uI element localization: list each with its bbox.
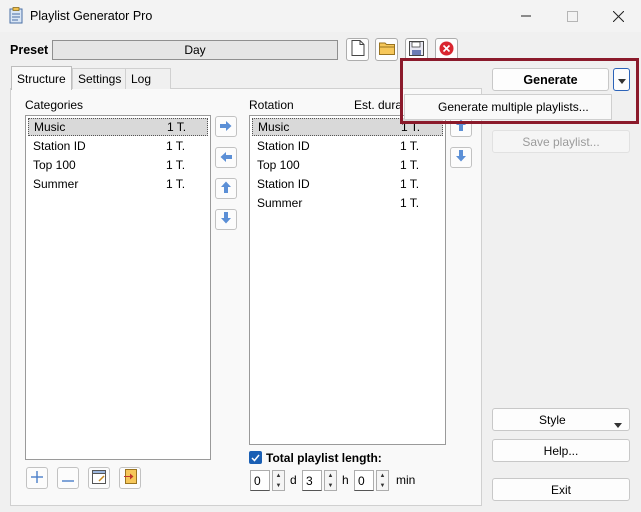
save-disk-icon	[409, 40, 424, 59]
move-rotation-down-button[interactable]	[450, 147, 472, 168]
arrow-down-icon	[221, 212, 231, 227]
stepper-down-icon[interactable]: ▼	[325, 481, 336, 491]
import-category-button[interactable]	[119, 467, 141, 489]
app-icon	[9, 7, 23, 24]
list-item[interactable]: Top 100 1 T.	[28, 156, 208, 174]
style-label: Style	[539, 412, 566, 427]
preset-field[interactable]: Day	[52, 40, 338, 60]
stepper-up-icon[interactable]: ▲	[377, 471, 388, 481]
minutes-unit: min	[396, 473, 416, 487]
remove-category-button[interactable]	[57, 467, 79, 489]
minimize-button[interactable]	[503, 0, 549, 32]
tab-structure[interactable]: Structure	[11, 66, 72, 90]
category-name: Summer	[33, 177, 79, 191]
rotation-name: Summer	[257, 196, 303, 210]
rotation-duration: 1 T.	[400, 139, 420, 153]
list-item[interactable]: Summer 1 T.	[28, 175, 208, 193]
list-item[interactable]: Music 1 T.	[28, 118, 208, 136]
list-item[interactable]: Music 1 T.	[252, 118, 443, 136]
exit-button[interactable]: Exit	[492, 478, 630, 501]
arrow-right-icon	[220, 120, 232, 134]
rotation-name: Music	[258, 120, 290, 134]
arrow-left-icon	[220, 151, 232, 165]
help-button[interactable]: Help...	[492, 439, 630, 462]
delete-preset-button[interactable]	[435, 38, 458, 61]
save-preset-button[interactable]	[405, 38, 428, 61]
checkmark-icon	[251, 451, 260, 465]
rotation-name: Top 100	[257, 158, 300, 172]
list-item[interactable]: Station ID 1 T.	[252, 137, 443, 155]
rotation-list[interactable]: Music 1 T. Station ID 1 T. Top 100 1 T. …	[249, 115, 446, 445]
open-preset-button[interactable]	[375, 38, 398, 61]
arrow-up-icon	[456, 119, 466, 134]
generate-button[interactable]: Generate	[492, 68, 609, 91]
generate-options-dropdown[interactable]	[613, 68, 630, 91]
category-name: Music	[34, 120, 66, 134]
arrow-up-icon	[221, 181, 231, 196]
arrow-down-icon	[456, 150, 466, 165]
close-window-button[interactable]	[595, 0, 641, 32]
categories-list[interactable]: Music 1 T. Station ID 1 T. Top 100 1 T. …	[25, 115, 211, 460]
stepper-down-icon[interactable]: ▼	[377, 481, 388, 491]
category-name: Station ID	[33, 139, 86, 153]
generate-multiple-menu-item[interactable]: Generate multiple playlists...	[404, 94, 612, 120]
add-to-rotation-button[interactable]	[215, 116, 237, 137]
tab-log[interactable]: Log	[125, 68, 171, 89]
new-file-icon	[351, 40, 365, 59]
stepper-up-icon[interactable]: ▲	[325, 471, 336, 481]
delete-icon	[439, 41, 454, 59]
import-icon	[123, 469, 137, 487]
chevron-down-icon	[614, 417, 622, 431]
days-stepper[interactable]: ▲ ▼	[272, 470, 285, 491]
rotation-duration: 1 T.	[400, 177, 420, 191]
days-input[interactable]: 0	[250, 470, 270, 491]
rotation-duration: 1 T.	[400, 158, 420, 172]
category-duration: 1 T.	[166, 177, 186, 191]
rotation-duration: 1 T.	[401, 120, 421, 134]
minutes-input[interactable]: 0	[354, 470, 374, 491]
chevron-down-icon	[617, 73, 626, 87]
rotation-name: Station ID	[257, 139, 310, 153]
stepper-up-icon[interactable]: ▲	[273, 471, 284, 481]
list-item[interactable]: Top 100 1 T.	[252, 156, 443, 174]
total-length-checkbox[interactable]	[249, 451, 262, 464]
window-title: Playlist Generator Pro	[30, 9, 153, 23]
maximize-button	[549, 0, 595, 32]
hours-input[interactable]: 3	[302, 470, 322, 491]
plus-icon	[31, 470, 43, 486]
hours-unit: h	[342, 473, 349, 487]
edit-category-button[interactable]	[88, 467, 110, 489]
minutes-stepper[interactable]: ▲ ▼	[376, 470, 389, 491]
category-name: Top 100	[33, 158, 76, 172]
stepper-down-icon[interactable]: ▼	[273, 481, 284, 491]
list-item[interactable]: Station ID 1 T.	[252, 175, 443, 193]
add-category-button[interactable]	[26, 467, 48, 489]
days-unit: d	[290, 473, 297, 487]
move-category-up-button[interactable]	[215, 178, 237, 199]
edit-window-icon	[92, 469, 106, 487]
duration-header: Est. dura	[354, 98, 403, 112]
move-category-down-button[interactable]	[215, 209, 237, 230]
remove-from-rotation-button[interactable]	[215, 147, 237, 168]
tab-settings[interactable]: Settings	[72, 68, 128, 89]
total-length-label: Total playlist length:	[266, 451, 382, 465]
rotation-duration: 1 T.	[400, 196, 420, 210]
hours-stepper[interactable]: ▲ ▼	[324, 470, 337, 491]
open-folder-icon	[378, 41, 395, 58]
new-preset-button[interactable]	[346, 38, 369, 61]
list-item[interactable]: Summer 1 T.	[252, 194, 443, 212]
style-dropdown[interactable]: Style	[492, 408, 630, 431]
preset-label: Preset	[10, 43, 49, 57]
category-duration: 1 T.	[166, 158, 186, 172]
category-duration: 1 T.	[166, 139, 186, 153]
rotation-name: Station ID	[257, 177, 310, 191]
minus-icon	[62, 471, 74, 485]
list-item[interactable]: Station ID 1 T.	[28, 137, 208, 155]
category-duration: 1 T.	[167, 120, 187, 134]
categories-header: Categories	[25, 98, 84, 112]
save-playlist-button[interactable]: Save playlist...	[492, 130, 630, 153]
rotation-header: Rotation	[249, 98, 294, 112]
